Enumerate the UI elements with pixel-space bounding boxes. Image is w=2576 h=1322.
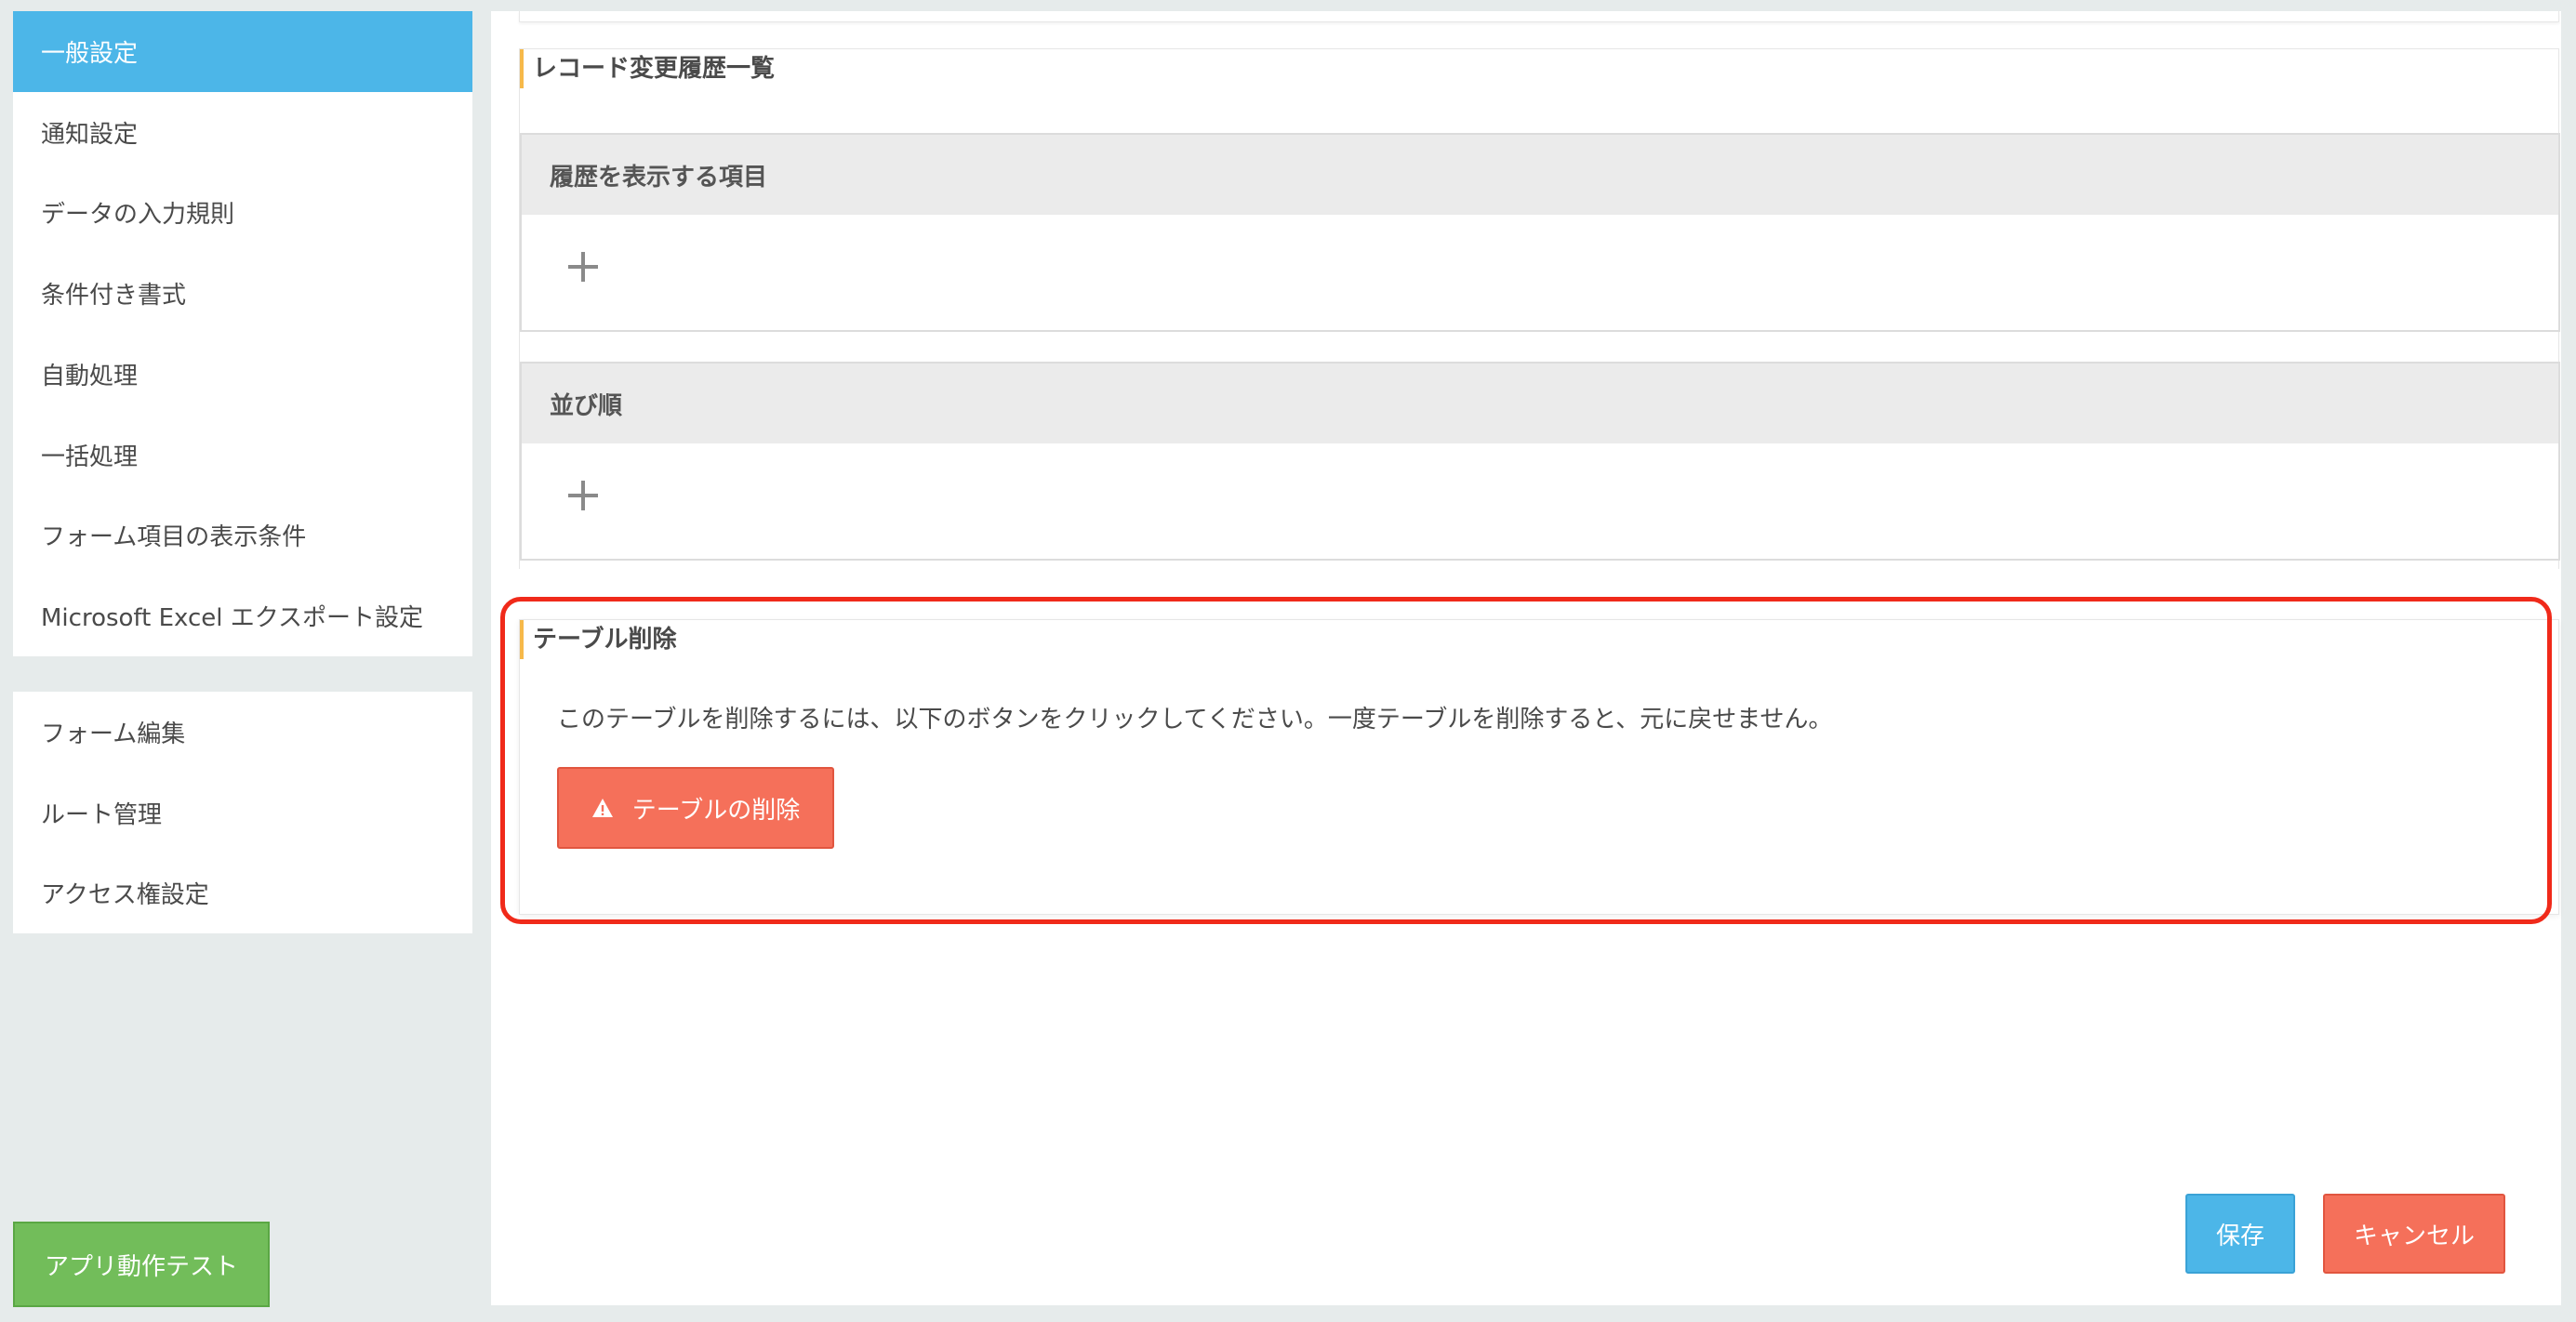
menu-item-conditional-format[interactable]: 条件付き書式: [13, 253, 472, 334]
menu-item-access-settings[interactable]: アクセス権設定: [13, 853, 472, 933]
table-delete-description: このテーブルを削除するには、以下のボタンをクリックしてください。一度テーブルを削…: [557, 706, 1833, 734]
section-title-table-delete: テーブル削除: [520, 620, 676, 659]
section-title-record-history: レコード変更履歴一覧: [520, 49, 775, 88]
history-fields-block: 履歴を表示する項目: [520, 133, 2560, 332]
settings-menu: 一般設定 通知設定 データの入力規則 条件付き書式 自動処理 一括処理 フォーム…: [13, 11, 472, 656]
record-history-section: レコード変更履歴一覧 履歴を表示する項目 並び順: [519, 48, 2560, 569]
cancel-button[interactable]: キャンセル: [2323, 1194, 2505, 1274]
history-fields-header: 履歴を表示する項目: [522, 135, 2558, 215]
app-test-button[interactable]: アプリ動作テスト: [13, 1222, 270, 1307]
menu-item-form-edit[interactable]: フォーム編集: [13, 692, 472, 773]
table-delete-section: テーブル削除 このテーブルを削除するには、以下のボタンをクリックしてください。一…: [519, 619, 2559, 915]
sort-order-block: 並び順: [520, 362, 2560, 561]
add-history-field-plus-icon[interactable]: [568, 252, 598, 282]
menu-item-form-display-conditions[interactable]: フォーム項目の表示条件: [13, 496, 472, 576]
warning-icon: [591, 799, 613, 817]
menu-item-automation[interactable]: 自動処理: [13, 334, 472, 415]
menu-item-input-rules[interactable]: データの入力規則: [13, 173, 472, 254]
delete-table-button-label: テーブルの削除: [631, 796, 801, 825]
menu-item-general-settings[interactable]: 一般設定: [13, 11, 472, 92]
menu-item-batch-process[interactable]: 一括処理: [13, 415, 472, 496]
add-sort-order-plus-icon[interactable]: [568, 481, 598, 510]
menu-item-route-management[interactable]: ルート管理: [13, 773, 472, 853]
history-fields-body: [522, 215, 2558, 330]
save-button[interactable]: 保存: [2185, 1194, 2295, 1274]
manage-menu: フォーム編集 ルート管理 アクセス権設定: [13, 692, 472, 933]
menu-item-notification-settings[interactable]: 通知設定: [13, 92, 472, 173]
sort-order-body: [522, 443, 2558, 559]
previous-section-edge: [519, 11, 2559, 22]
main-panel: レコード変更履歴一覧 履歴を表示する項目 並び順 テーブル削除 このテーブルを削…: [491, 11, 2561, 1305]
delete-table-button[interactable]: テーブルの削除: [557, 767, 834, 849]
menu-item-excel-export[interactable]: Microsoft Excel エクスポート設定: [13, 575, 472, 656]
sidebar: 一般設定 通知設定 データの入力規則 条件付き書式 自動処理 一括処理 フォーム…: [13, 11, 472, 933]
sort-order-header: 並び順: [522, 364, 2558, 443]
